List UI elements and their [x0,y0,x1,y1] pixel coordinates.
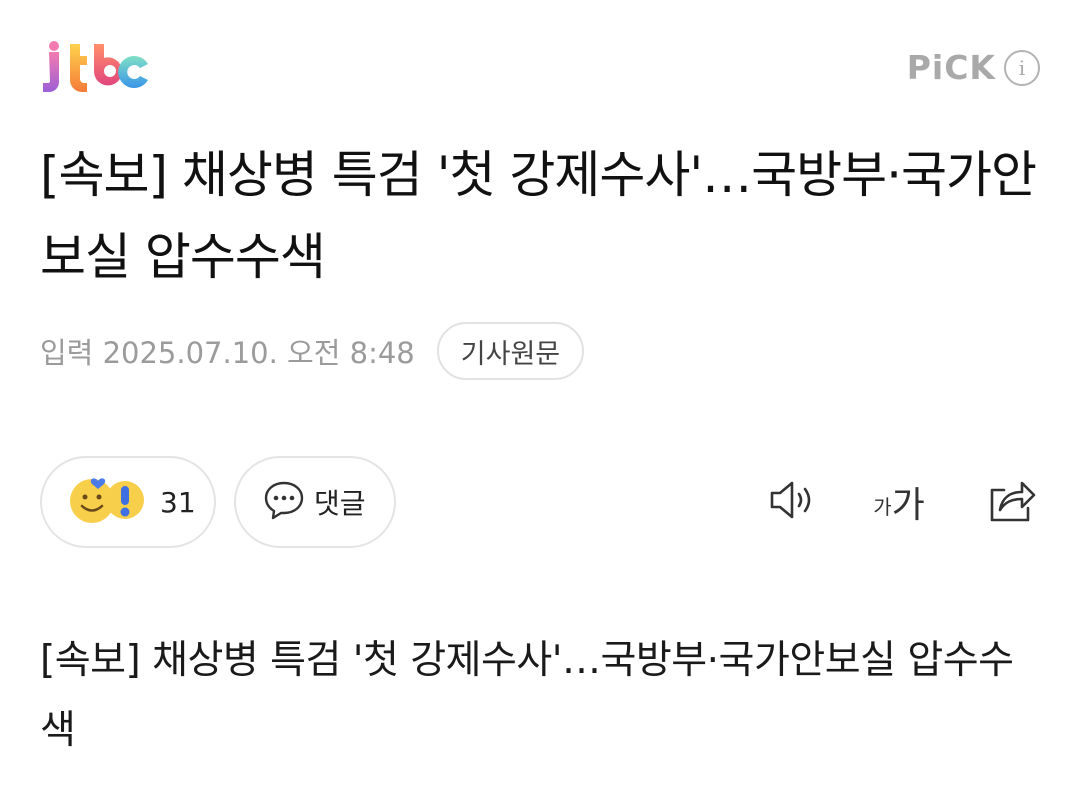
jtbc-logo[interactable] [40,40,150,98]
comment-button[interactable]: 댓글 [234,456,396,548]
share-button[interactable] [984,476,1038,528]
article-body: [속보] 채상병 특검 '첫 강제수사'…국방부·국가안보실 압수수색 [40,638,1014,753]
article-meta: 입력 2025.07.10. 오전 8:48 기사원문 [40,322,585,380]
article-title: [속보] 채상병 특검 '첫 강제수사'…국방부·국가안보실 압수수색 [40,146,1037,286]
reaction-button[interactable]: 31 [40,456,216,548]
comment-label: 댓글 [314,487,366,520]
jtbc-logo-mark [43,41,148,92]
reaction-count: 31 [160,485,196,519]
article-actions: 31 댓글 가 가 [40,456,1040,548]
font-size-small-label: 가 [873,495,892,519]
comment-bubble-icon [262,478,306,526]
pick-label: PiCK [906,48,996,87]
share-icon [986,476,1036,528]
article-header: PiCK i [0,0,1080,130]
reaction-emoji-icon [68,475,148,529]
speaker-icon [768,478,818,526]
font-size-button[interactable]: 가 가 [868,476,930,528]
original-article-button[interactable]: 기사원문 [436,322,585,380]
speaker-button[interactable] [766,476,820,528]
publish-date: 입력 2025.07.10. 오전 8:48 [40,336,415,370]
info-icon[interactable]: i [1004,49,1040,86]
pick-badge[interactable]: PiCK i [907,48,1040,87]
font-size-large-label: 가 [891,485,925,526]
